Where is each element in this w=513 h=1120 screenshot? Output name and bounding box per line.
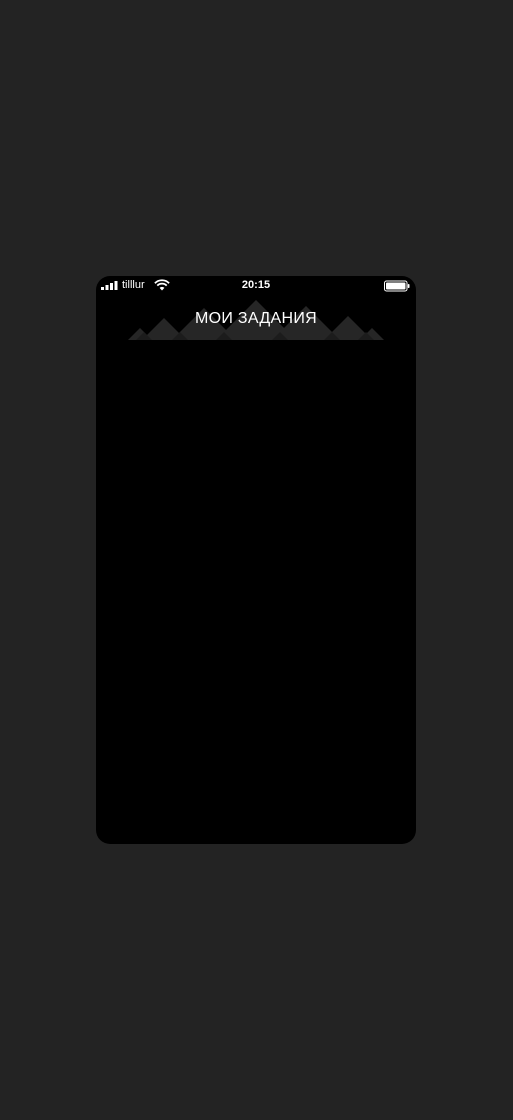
phone-screen: tilllur 20:15 МОИ ЗАДАНИЯ [96,276,416,844]
header: МОИ ЗАДАНИЯ [96,296,416,342]
battery-icon [384,280,410,292]
status-time: 20:15 [241,279,271,291]
task-list-area [96,342,416,844]
status-bar: tilllur 20:15 [96,276,416,296]
page-title: МОИ ЗАДАНИЯ [194,310,317,327]
